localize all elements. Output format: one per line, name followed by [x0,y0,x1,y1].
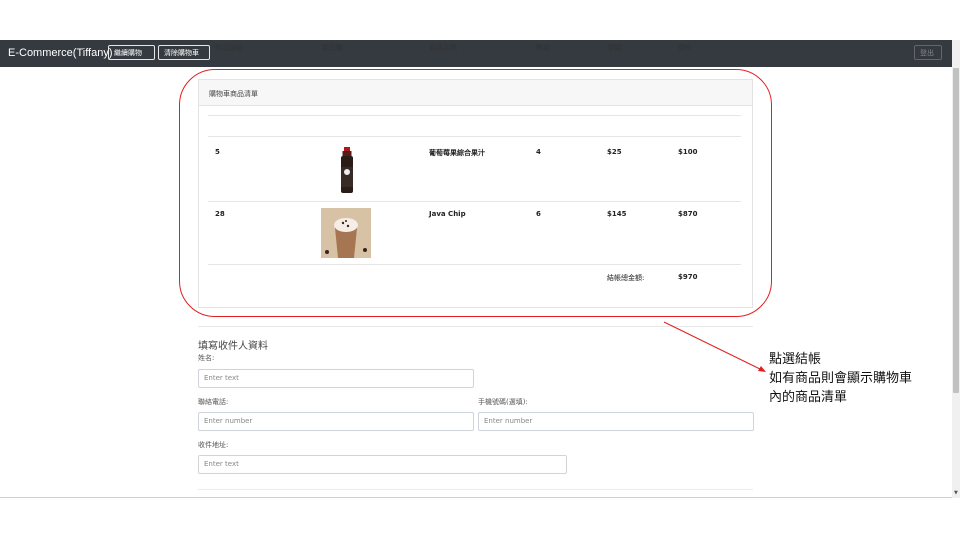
col-header-image: 商品圖 [322,44,343,52]
name-input[interactable]: Enter text [198,369,474,388]
col-header-id: 商品編號 [215,44,243,52]
col-header-unit-price: 單價 [607,44,621,52]
col-header-name: 商品名稱 [429,44,457,52]
top-whitespace [0,0,960,40]
logout-button[interactable]: 登出 [914,45,942,60]
scroll-down-arrow-icon[interactable]: ▼ [954,490,958,496]
clear-cart-button[interactable]: 清除購物車 [158,45,210,60]
viewport-bottom-border [0,497,952,498]
form-bottom-separator [198,489,753,490]
navbar: E-Commerce(Tiffany) 繼續購物 清除購物車 登出 [0,40,952,67]
annotation-line-2: 如有商品則會顯示購物車 [769,371,913,386]
brand-title[interactable]: E-Commerce(Tiffany) [8,47,113,59]
phone-input[interactable]: Enter number [198,412,474,431]
mobile-label: 手機號碼(選填): [478,398,528,406]
recipient-form-title: 填寫收件人資料 [198,341,268,352]
annotation-line-1: 點選結帳 [769,352,822,367]
mobile-input[interactable]: Enter number [478,412,754,431]
cart-highlight-circle [179,69,772,317]
address-input[interactable]: Enter text [198,455,567,474]
scrollbar-thumb[interactable] [953,68,959,393]
continue-shopping-button[interactable]: 繼續購物 [108,45,155,60]
annotation-line-3: 內的商品清單 [769,390,848,405]
name-label: 姓名: [198,354,215,362]
col-header-price: 價格 [678,44,692,52]
phone-label: 聯絡電話: [198,398,229,406]
col-header-qty: 數量 [536,44,550,52]
address-label: 收件地址: [198,441,229,449]
form-separator [198,326,753,327]
